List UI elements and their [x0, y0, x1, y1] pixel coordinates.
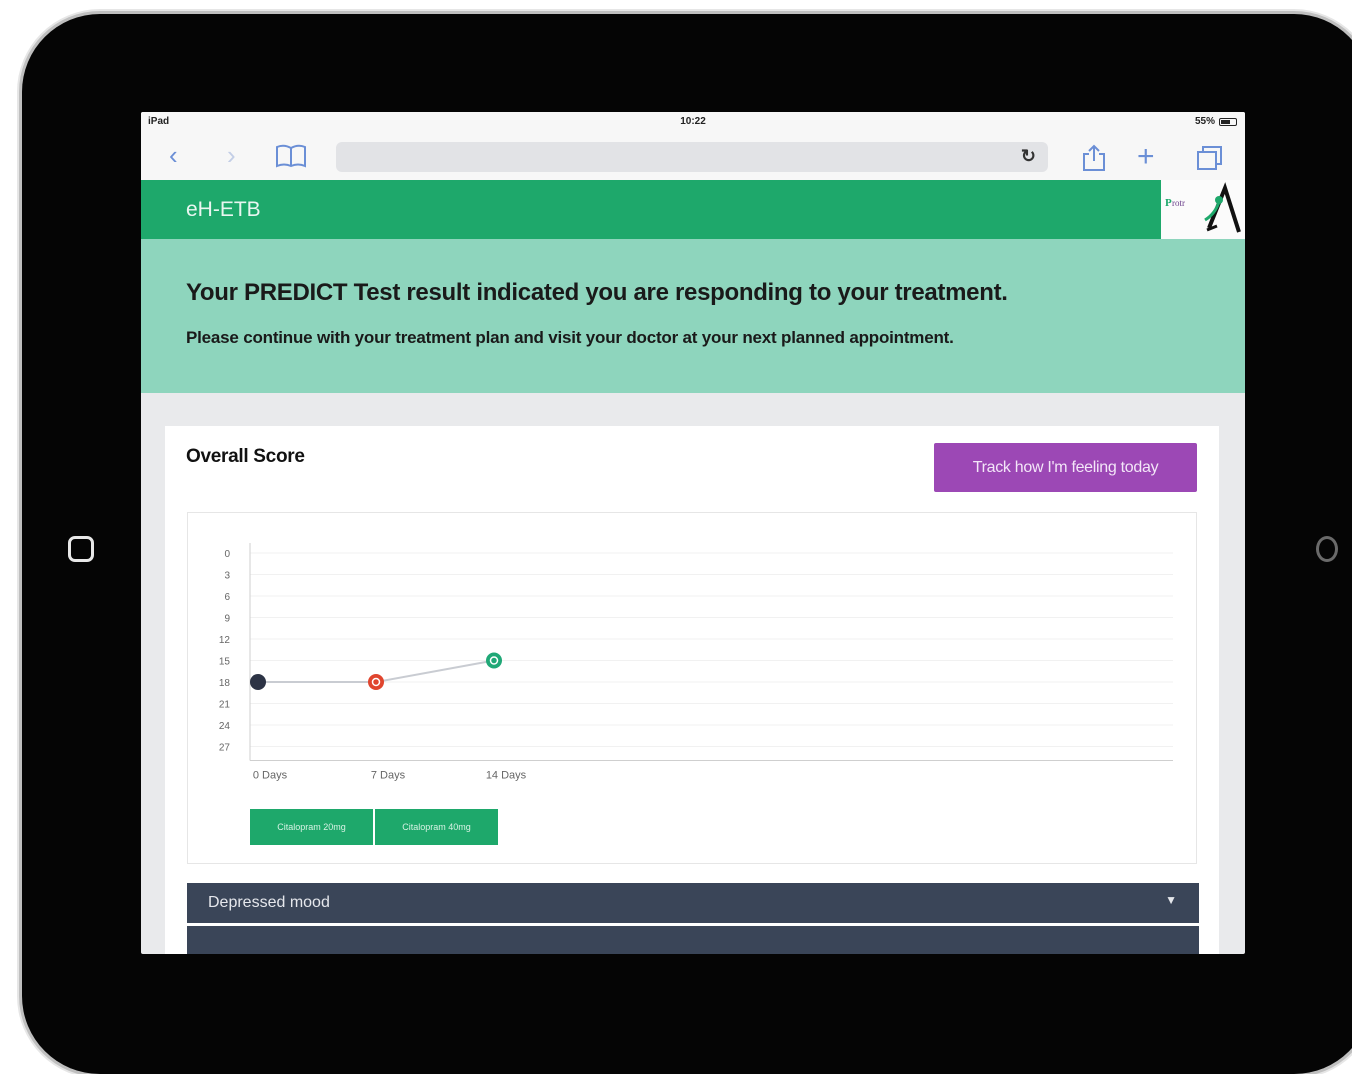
battery-icon	[1219, 117, 1237, 126]
reload-icon[interactable]: ↻	[1021, 146, 1036, 167]
app-title: eH-ETB	[186, 198, 261, 221]
app-header: eH-ETB	[141, 180, 1161, 239]
browser-toolbar: ‹ › ↻ +	[141, 134, 1245, 181]
accordion-next[interactable]	[187, 926, 1199, 954]
x-tick-label: 7 Days	[371, 770, 406, 782]
clock: 10:22	[680, 116, 706, 127]
camera-icon	[1316, 536, 1338, 562]
forward-icon[interactable]: ›	[227, 140, 236, 170]
score-chart: 0 3 6 9 12 15 18 21 24 27 0 Days 7 Days 14 Days Cita…	[187, 512, 1197, 864]
y-tick-label: 9	[224, 614, 230, 625]
accordion-label: Depressed mood	[208, 894, 330, 911]
svg-text:P: P	[1165, 197, 1172, 209]
card-title: Overall Score	[186, 446, 305, 467]
brand-logo: P rotr	[1161, 180, 1245, 239]
status-bar: iPad 10:22 55%	[141, 112, 1245, 134]
y-tick-label: 15	[219, 657, 231, 668]
banner-subtitle: Please continue with your treatment plan…	[186, 328, 954, 347]
bookmarks-icon[interactable]	[275, 144, 307, 174]
y-tick-label: 18	[219, 678, 231, 689]
tabs-icon[interactable]	[1195, 144, 1225, 178]
y-tick-label: 24	[219, 721, 231, 732]
svg-text:rotr: rotr	[1172, 198, 1185, 208]
new-tab-icon[interactable]: +	[1137, 142, 1155, 172]
accordion-depressed-mood[interactable]: Depressed mood ▼	[187, 883, 1199, 923]
y-tick-label: 27	[219, 743, 231, 754]
caret-down-icon: ▼	[1165, 893, 1177, 907]
x-tick-label: 14 Days	[486, 770, 527, 782]
address-bar[interactable]: ↻	[336, 142, 1048, 172]
y-tick-label: 6	[224, 592, 230, 603]
home-button[interactable]	[68, 536, 94, 562]
legend-citalopram-40mg[interactable]: Citalopram 40mg	[375, 809, 498, 845]
battery-status: 55%	[1195, 116, 1237, 127]
overall-score-card: Overall Score Track how I'm feeling toda…	[165, 426, 1219, 954]
y-tick-label: 12	[219, 635, 231, 646]
track-feeling-button[interactable]: Track how I'm feeling today	[934, 443, 1197, 492]
back-icon[interactable]: ‹	[169, 140, 178, 170]
data-point	[250, 674, 266, 690]
data-point	[368, 674, 384, 690]
y-tick-label: 0	[224, 549, 230, 560]
x-tick-label: 0 Days	[253, 770, 288, 782]
banner-title: Your PREDICT Test result indicated you a…	[186, 279, 1008, 306]
result-banner: Your PREDICT Test result indicated you a…	[141, 239, 1245, 393]
screen: iPad 10:22 55% ‹ › ↻ + eH-ETB P rotr You…	[141, 112, 1245, 954]
y-tick-label: 3	[224, 571, 230, 582]
share-icon[interactable]	[1081, 144, 1107, 178]
y-tick-label: 21	[219, 700, 231, 711]
legend-citalopram-20mg[interactable]: Citalopram 20mg	[250, 809, 373, 845]
battery-percent: 55%	[1194, 116, 1215, 127]
data-point	[486, 652, 502, 669]
